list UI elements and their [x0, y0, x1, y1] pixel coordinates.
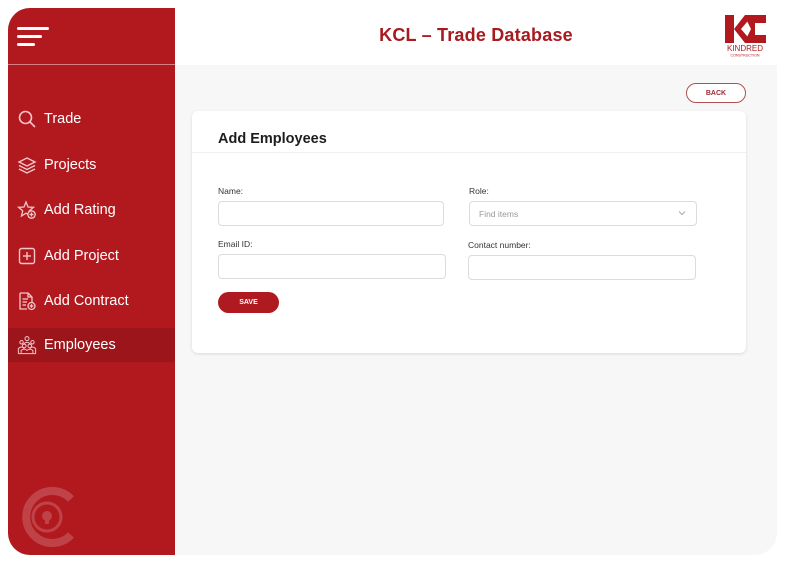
search-icon: [16, 108, 38, 130]
sidebar-item-label: Projects: [44, 157, 97, 173]
back-button[interactable]: BACK: [686, 83, 746, 103]
role-placeholder: Find items: [479, 208, 519, 219]
name-input[interactable]: [218, 201, 444, 226]
sidebar-item-label: Employees: [44, 337, 116, 353]
form-title: Add Employees: [218, 131, 327, 147]
sidebar-item-add-contract[interactable]: Add Contract: [8, 284, 175, 318]
plus-square-icon: [16, 245, 38, 267]
sidebar-item-add-rating[interactable]: Add Rating: [8, 193, 175, 227]
chevron-down-icon: [678, 209, 686, 217]
hamburger-menu-icon[interactable]: [17, 25, 51, 49]
sidebar-item-label: Add Rating: [44, 202, 116, 218]
email-input[interactable]: [218, 254, 446, 279]
sidebar-item-label: Add Contract: [44, 293, 129, 309]
watermark-logo-icon: [19, 487, 79, 547]
add-employees-card: Add Employees Name: Role: Find items Ema…: [192, 111, 746, 353]
employees-group-icon: [16, 334, 38, 356]
kindred-construction-logo: KINDRED CONSTRUCTION: [721, 13, 769, 59]
app-title: KCL – Trade Database: [379, 25, 573, 45]
star-add-icon: [16, 199, 38, 221]
contact-label: Contact number:: [468, 240, 531, 250]
sidebar-item-label: Add Project: [44, 248, 119, 264]
sidebar-divider: [8, 64, 175, 65]
sidebar: Trade Projects Add Rating Add Project Ad: [8, 8, 175, 555]
logo-name: KINDRED: [727, 44, 763, 53]
save-button[interactable]: SAVE: [218, 292, 279, 313]
sidebar-item-add-project[interactable]: Add Project: [8, 239, 175, 273]
sidebar-item-employees[interactable]: Employees: [8, 328, 175, 362]
document-add-icon: [16, 290, 38, 312]
logo-subtitle: CONSTRUCTION: [731, 54, 760, 58]
card-divider: [192, 152, 746, 153]
contact-input[interactable]: [468, 255, 696, 280]
layers-icon: [16, 154, 38, 176]
app-header: KCL – Trade Database KINDRED CONSTRUCTIO…: [175, 8, 777, 65]
role-select[interactable]: Find items: [469, 201, 697, 226]
sidebar-item-label: Trade: [44, 111, 82, 127]
sidebar-item-trade[interactable]: Trade: [8, 102, 175, 136]
name-label: Name:: [218, 186, 244, 196]
email-label: Email ID:: [218, 239, 253, 249]
sidebar-item-projects[interactable]: Projects: [8, 148, 175, 182]
role-label: Role:: [469, 186, 489, 196]
